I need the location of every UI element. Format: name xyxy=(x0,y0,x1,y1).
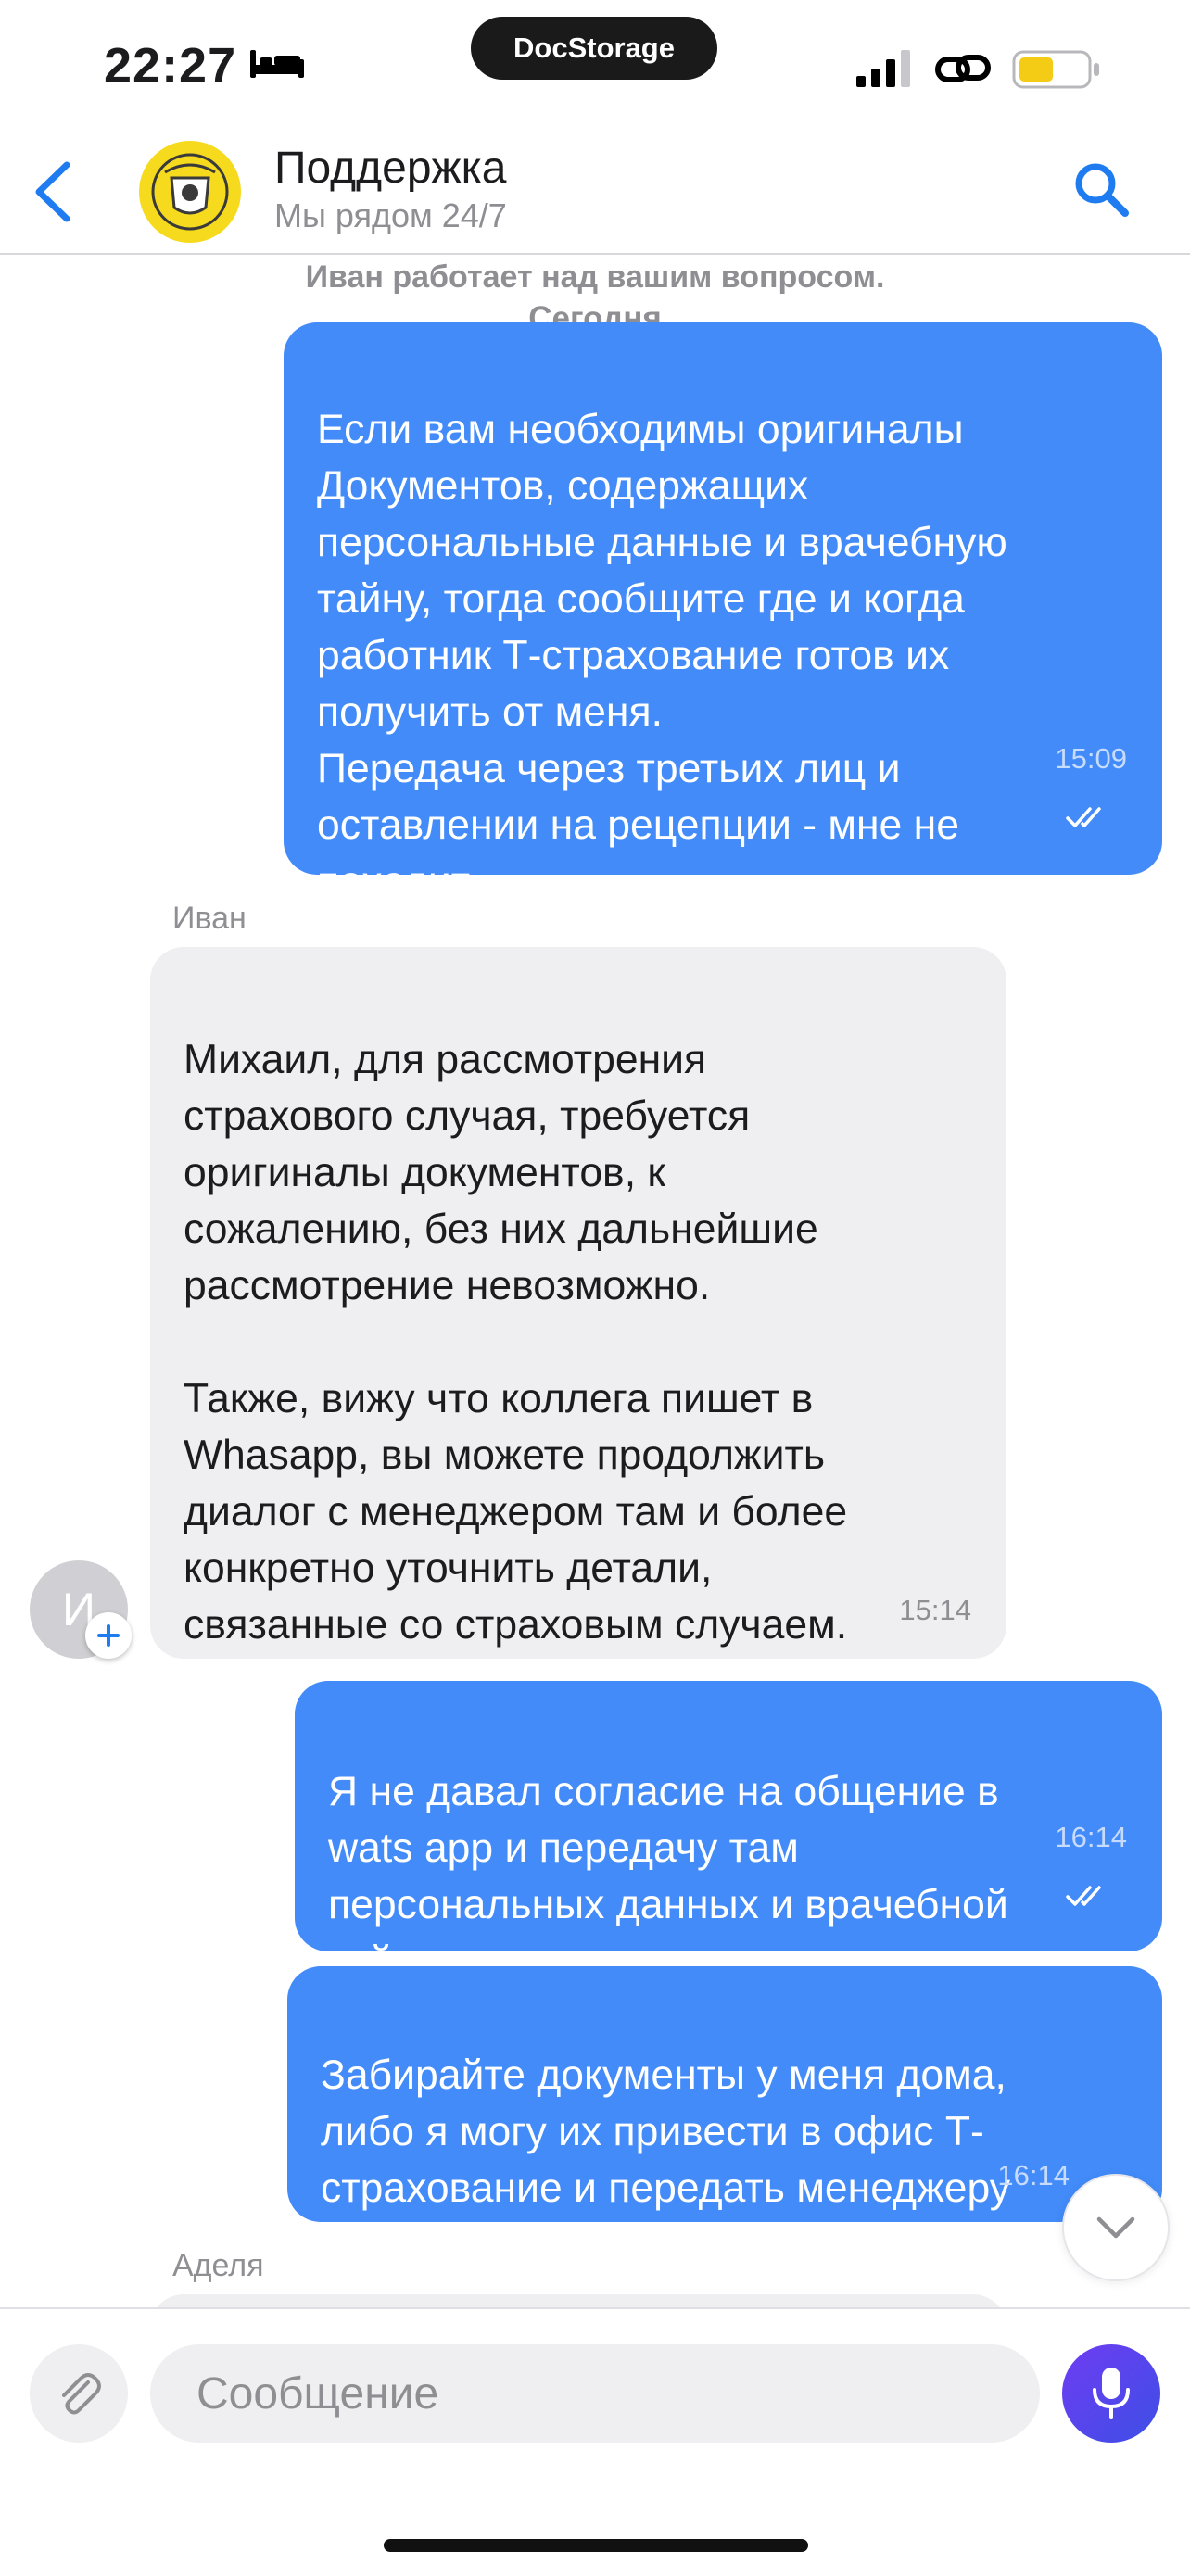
signal-icon xyxy=(856,50,910,87)
message-time: 16:14 xyxy=(997,2159,1070,2191)
header-divider xyxy=(0,253,1190,255)
microphone-icon xyxy=(1093,2368,1130,2419)
paperclip-icon xyxy=(62,2373,101,2415)
double-check-icon xyxy=(1066,807,1102,827)
message-time: 16:14 xyxy=(1055,1821,1127,1853)
message-time: 15:14 xyxy=(899,1594,971,1626)
message-bubble-outgoing[interactable]: Забирайте документы у меня дома, либо я … xyxy=(287,1966,1162,2222)
message-bubble-incoming[interactable]: Михаил, для рассмотрения страхового случ… xyxy=(150,947,1006,1659)
message-time: 15:09 xyxy=(1055,742,1127,775)
message-meta: 15:14 xyxy=(899,1525,971,1638)
message-input-placeholder: Сообщение xyxy=(196,2368,439,2418)
home-indicator xyxy=(384,2539,808,2552)
message-meta: 16:14 xyxy=(1055,1752,1127,1922)
bed-icon xyxy=(250,50,304,78)
message-meta: 15:09 xyxy=(1055,674,1127,843)
plus-icon[interactable] xyxy=(85,1612,132,1659)
system-note: Иван работает над вашим вопросом. xyxy=(305,259,885,295)
back-arrow-icon[interactable] xyxy=(32,159,74,224)
scroll-down-button[interactable] xyxy=(1062,2174,1170,2281)
sender-name: Иван xyxy=(172,901,247,936)
message-meta: 16:14 xyxy=(997,2090,1070,2203)
microphone-button[interactable] xyxy=(1062,2344,1160,2443)
chevron-down-icon xyxy=(1096,2216,1135,2239)
double-check-icon xyxy=(1066,1886,1102,1906)
link-icon xyxy=(935,55,991,82)
message-text: Если вам необходимы оригиналы Документов… xyxy=(317,407,1007,904)
message-text: Я не давал согласие на общение в wats ap… xyxy=(328,1769,1008,1984)
chat-title: Поддержка xyxy=(274,144,507,193)
message-bubble-outgoing[interactable]: Если вам необходимы оригиналы Документов… xyxy=(284,322,1162,904)
attach-button[interactable] xyxy=(30,2344,128,2443)
message-bubble-outgoing[interactable]: Я не давал согласие на общение в wats ap… xyxy=(295,1681,1162,1984)
sender-name: Аделя xyxy=(172,2248,264,2283)
status-time: 22:27 xyxy=(104,38,237,94)
message-input[interactable]: Сообщение xyxy=(150,2344,1040,2443)
dynamic-island-label: DocStorage xyxy=(471,17,717,80)
message-text: Михаил, для рассмотрения страхового случ… xyxy=(184,1037,848,1648)
battery-icon xyxy=(1012,50,1099,89)
message-text: Забирайте документы у меня дома, либо я … xyxy=(321,2052,1010,2211)
tinkoff-logo[interactable] xyxy=(139,141,241,243)
search-icon[interactable] xyxy=(1071,159,1131,219)
chat-subtitle: Мы рядом 24/7 xyxy=(274,196,507,234)
